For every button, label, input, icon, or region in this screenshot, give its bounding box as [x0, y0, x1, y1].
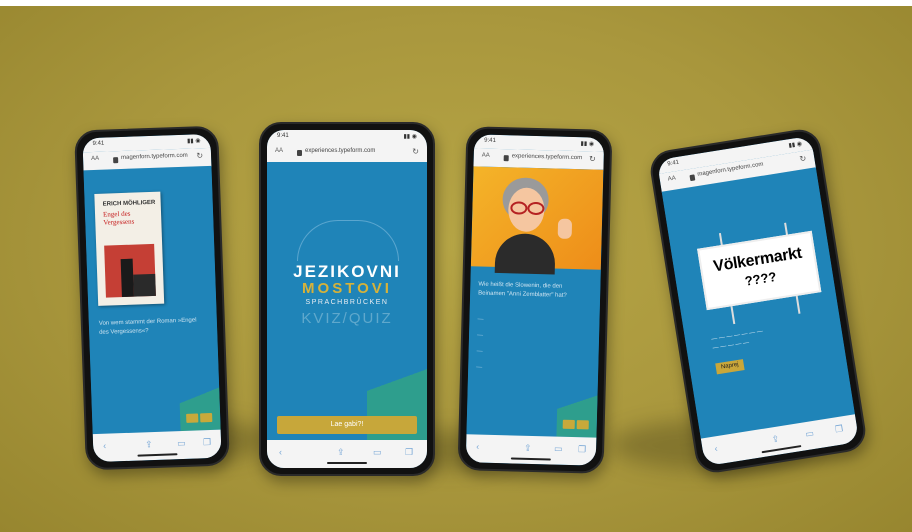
- answer-option[interactable]: —: [477, 348, 483, 354]
- quiz-content: ERICH MÖHLIGER Engel des Vergessens Von …: [83, 165, 221, 435]
- share-icon[interactable]: ⇪: [145, 439, 153, 450]
- back-icon[interactable]: ‹: [476, 442, 479, 452]
- phone-2: 9:41 ▮▮ ◉ AA experiences.typeform.com ↻ J…: [259, 122, 435, 476]
- sign-post: [730, 306, 736, 325]
- phone-1-screen: 9:41 ▮▮ ◉ AA magenforn.typeform.com ↻ ERI…: [82, 133, 222, 463]
- book-cover-image: ERICH MÖHLIGER Engel des Vergessens: [94, 191, 165, 306]
- share-icon[interactable]: ⇪: [337, 447, 345, 458]
- browser-toolbar: ‹ ⇪ ▭ ❐: [92, 429, 222, 463]
- home-indicator: [510, 457, 551, 461]
- next-arrow-button[interactable]: [576, 420, 589, 430]
- logo-mostovi: MOSTOVI: [302, 280, 392, 297]
- quiz-nav-buttons[interactable]: [186, 412, 213, 423]
- bookmarks-icon[interactable]: ▭: [177, 438, 186, 449]
- start-quiz-button[interactable]: Lae gabi?!: [277, 416, 417, 434]
- share-icon[interactable]: ⇪: [771, 433, 780, 445]
- phone-1: 9:41 ▮▮ ◉ AA magenforn.typeform.com ↻ ERI…: [74, 125, 230, 471]
- question-text: Wie heißt die Slowenin, die den Beinamen…: [478, 281, 567, 299]
- tabs-icon[interactable]: ❐: [203, 437, 211, 448]
- tabs-icon[interactable]: ❐: [834, 423, 844, 435]
- prev-button[interactable]: [186, 413, 199, 423]
- reload-icon[interactable]: ↻: [196, 151, 203, 160]
- book-author: ERICH MÖHLIGER: [102, 199, 156, 208]
- bookmarks-icon[interactable]: ▭: [554, 444, 563, 455]
- answer-option[interactable]: —: [476, 364, 482, 370]
- bridge-illustration: [297, 220, 399, 261]
- prev-button[interactable]: [562, 419, 575, 430]
- quiz-welcome-screen: JEZIKOVNI MOSTOVI SPRACHBRÜCKEN KVIZ/QUI…: [267, 162, 427, 440]
- reload-icon[interactable]: ↻: [412, 147, 419, 156]
- home-indicator: [327, 462, 367, 464]
- browser-toolbar: ‹ ⇪ ▭ ❐: [465, 434, 597, 466]
- quiz-content: Völkermarkt ???? — — — — — — — — — — — — …: [661, 167, 855, 439]
- town-sign: Völkermarkt ????: [697, 230, 822, 311]
- tabs-icon[interactable]: ❐: [405, 447, 413, 458]
- lock-icon: [503, 155, 509, 162]
- bookmarks-icon[interactable]: ▭: [805, 428, 815, 440]
- tabs-icon[interactable]: ❐: [578, 444, 586, 455]
- home-indicator: [137, 453, 178, 457]
- bookmarks-icon[interactable]: ▭: [373, 447, 382, 458]
- answer-option[interactable]: —: [477, 317, 483, 323]
- sign-post: [795, 295, 801, 314]
- phone-3-screen: 9:41 ▮▮ ◉ AA experiences.typeform.com ↻ W…: [465, 134, 605, 466]
- lock-icon: [113, 157, 119, 164]
- status-bar: 9:41 ▮▮ ◉: [267, 130, 427, 144]
- question-text: Von wem stammt der Roman »Engel des Verg…: [98, 317, 197, 336]
- phone-3: 9:41 ▮▮ ◉ AA experiences.typeform.com ↻ W…: [457, 126, 613, 474]
- browser-url-bar[interactable]: AA experiences.typeform.com ↻: [267, 144, 427, 163]
- photo-scene: 9:41 ▮▮ ◉ AA magenforn.typeform.com ↻ ERI…: [0, 0, 912, 532]
- phone-2-screen: 9:41 ▮▮ ◉ AA experiences.typeform.com ↻ J…: [267, 130, 427, 468]
- browser-toolbar: ‹ ⇪ ▭ ❐: [267, 440, 427, 468]
- back-icon[interactable]: ‹: [714, 443, 719, 453]
- answer-option[interactable]: —: [477, 332, 483, 338]
- logo-sprachbruecken: SPRACHBRÜCKEN: [305, 299, 389, 306]
- share-icon[interactable]: ⇪: [524, 443, 532, 454]
- quiz-nav-buttons[interactable]: [562, 419, 589, 430]
- lock-icon: [297, 150, 302, 156]
- naprej-button[interactable]: Naprej: [715, 359, 745, 375]
- book-title: Engel des Vergessens: [102, 209, 135, 227]
- logo-jezikovni: JEZIKOVNI: [293, 262, 401, 281]
- next-arrow-button[interactable]: [200, 412, 213, 423]
- reload-icon[interactable]: ↻: [589, 154, 596, 163]
- question-text: — — — — — — — — — — — —: [711, 328, 764, 352]
- back-icon[interactable]: ‹: [103, 441, 106, 451]
- quiz-content: Wie heißt die Slowenin, die den Beinamen…: [466, 166, 604, 438]
- reload-icon[interactable]: ↻: [799, 154, 807, 164]
- home-indicator: [761, 445, 802, 454]
- grandmother-illustration: [470, 166, 604, 275]
- lock-icon: [689, 174, 696, 182]
- back-icon[interactable]: ‹: [279, 447, 282, 457]
